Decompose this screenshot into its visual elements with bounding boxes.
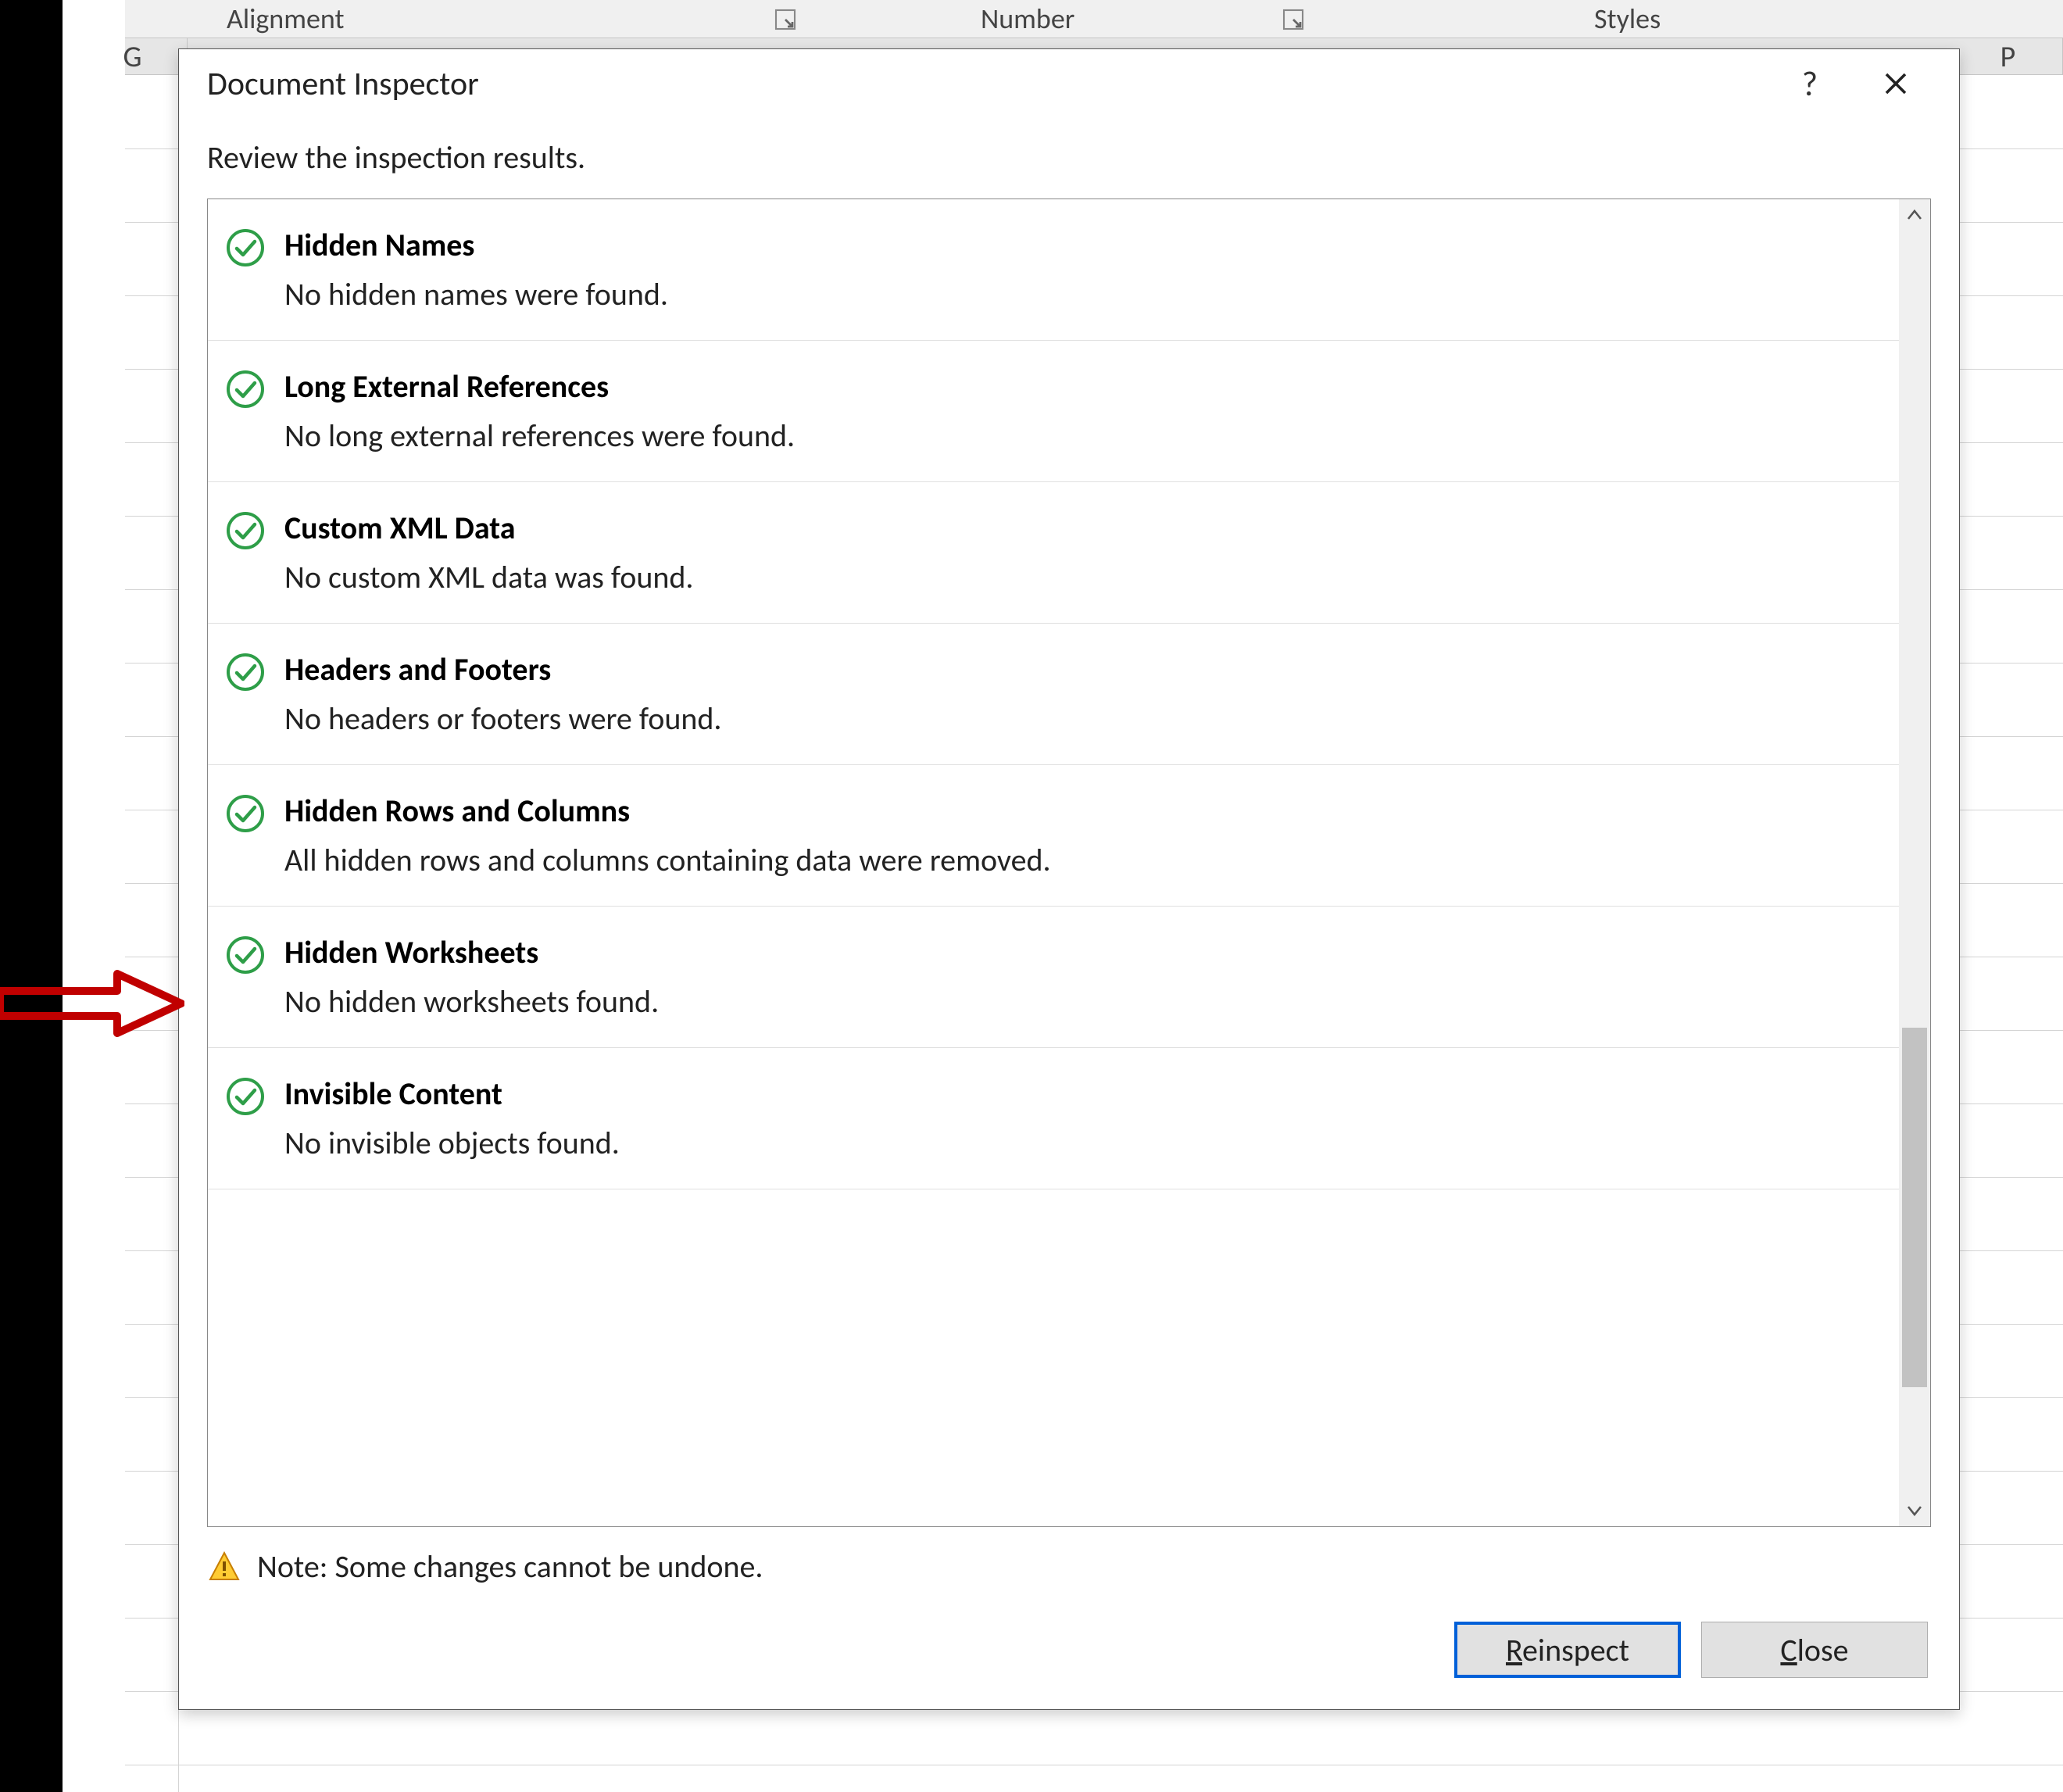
result-desc: No custom XML data was found.	[284, 558, 1882, 596]
result-title: Hidden Names	[284, 226, 1882, 264]
results-list: Hidden Names No hidden names were found.…	[208, 199, 1899, 1526]
result-desc: All hidden rows and columns containing d…	[284, 841, 1882, 879]
scrollbar-thumb[interactable]	[1902, 1028, 1927, 1387]
result-desc: No hidden worksheets found.	[284, 982, 1882, 1021]
ribbon-groups: Alignment Number Styles	[125, 0, 2063, 38]
result-item-hidden-worksheets: Hidden Worksheets No hidden worksheets f…	[208, 907, 1899, 1048]
scroll-up-icon[interactable]	[1899, 199, 1930, 231]
result-item-long-external-references: Long External References No long externa…	[208, 341, 1899, 482]
ribbon-group-number: Number	[981, 2, 1074, 36]
help-button[interactable]: ?	[1767, 49, 1853, 118]
dialog-title: Document Inspector	[207, 64, 1767, 104]
result-item-invisible-content: Invisible Content No invisible objects f…	[208, 1048, 1899, 1189]
result-item-hidden-names: Hidden Names No hidden names were found.	[208, 199, 1899, 341]
reinspect-button[interactable]: Reinspect	[1454, 1622, 1681, 1678]
close-button[interactable]: Close	[1701, 1622, 1928, 1678]
warning-icon	[207, 1550, 241, 1584]
result-item-hidden-rows-and-columns: Hidden Rows and Columns All hidden rows …	[208, 765, 1899, 907]
results-pane: Hidden Names No hidden names were found.…	[207, 199, 1931, 1527]
result-title: Headers and Footers	[284, 650, 1882, 689]
dialog-launcher-icon[interactable]	[774, 5, 797, 28]
result-desc: No hidden names were found.	[284, 275, 1882, 313]
ribbon-group-alignment: Alignment	[227, 2, 345, 36]
vertical-scrollbar[interactable]	[1899, 199, 1930, 1526]
result-desc: No long external references were found.	[284, 417, 1882, 455]
note-text: Note: Some changes cannot be undone.	[257, 1547, 763, 1586]
checkmark-icon	[225, 1076, 266, 1117]
dialog-instruction: Review the inspection results.	[179, 118, 1959, 199]
result-title: Hidden Worksheets	[284, 933, 1882, 971]
checkmark-icon	[225, 793, 266, 834]
result-desc: No invisible objects found.	[284, 1124, 1882, 1162]
dialog-titlebar: Document Inspector ?	[179, 49, 1959, 118]
result-item-custom-xml-data: Custom XML Data No custom XML data was f…	[208, 482, 1899, 624]
dialog-button-row: Reinspect Close	[179, 1593, 1959, 1709]
checkmark-icon	[225, 369, 266, 410]
result-item-headers-and-footers: Headers and Footers No headers or footer…	[208, 624, 1899, 765]
column-header-g[interactable]: G	[78, 38, 188, 76]
checkmark-icon	[225, 652, 266, 692]
result-desc: No headers or footers were found.	[284, 699, 1882, 738]
dialog-launcher-icon[interactable]	[1282, 5, 1305, 28]
result-title: Hidden Rows and Columns	[284, 792, 1882, 830]
checkmark-icon	[225, 510, 266, 551]
note-row: Note: Some changes cannot be undone.	[207, 1547, 1931, 1586]
result-title: Custom XML Data	[284, 509, 1882, 547]
checkmark-icon	[225, 227, 266, 268]
scroll-down-icon[interactable]	[1899, 1495, 1930, 1526]
column-header-p[interactable]: P	[1954, 38, 2063, 76]
result-title: Invisible Content	[284, 1075, 1882, 1113]
ribbon-group-styles: Styles	[1594, 2, 1661, 36]
checkmark-icon	[225, 935, 266, 975]
close-icon[interactable]	[1853, 49, 1939, 118]
document-inspector-dialog: Document Inspector ? Review the inspecti…	[178, 48, 1960, 1710]
result-title: Long External References	[284, 367, 1882, 406]
